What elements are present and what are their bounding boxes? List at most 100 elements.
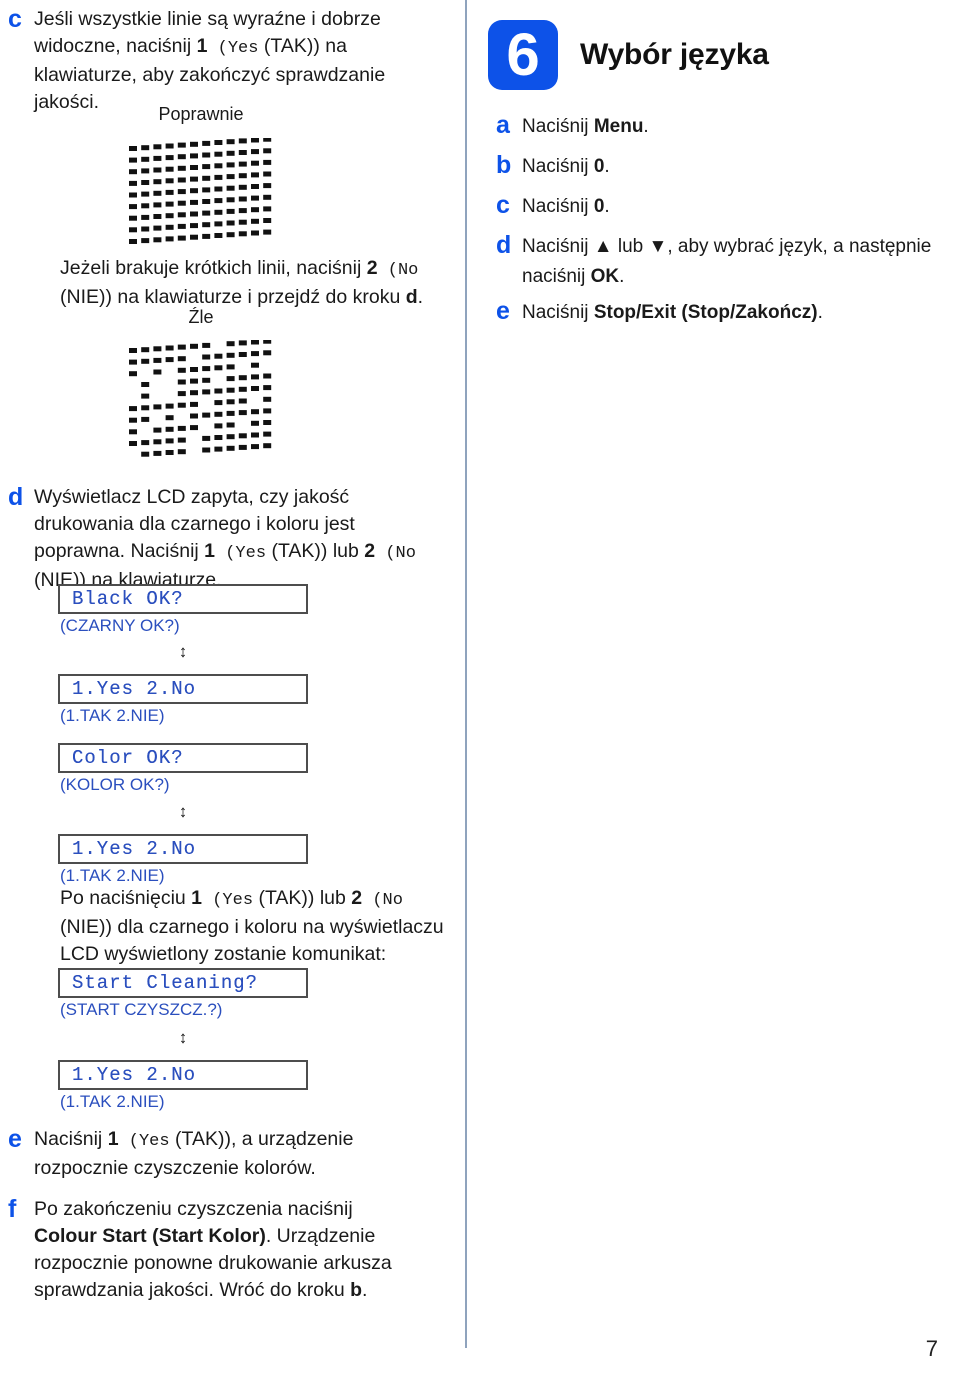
document-page: c Jeśli wszystkie linie są wyraźne i dob…: [0, 0, 960, 1380]
step-letter-d: d: [8, 483, 24, 511]
step-e-text: Naciśnij 1 (Yes (TAK)), a urządzenie roz…: [34, 1126, 420, 1182]
lcd-translation-color-ok: (KOLOR OK?): [60, 775, 170, 794]
step-d-para-2: (TAK)) lub: [253, 887, 352, 909]
right-step-d-block: d Naciśnij ▲ lub ▼, aby wybrać język, a …: [488, 232, 940, 292]
step-d-para-bold-2: 2: [351, 887, 363, 909]
lcd-translation-start-cleaning: (START CZYSZCZ.?): [60, 1000, 223, 1019]
right-step-c-bold-1: 0: [593, 196, 605, 217]
lcd-translation-yesno-1: (1.TAK 2.NIE): [60, 706, 165, 725]
right-step-letter-b: b: [496, 151, 512, 179]
bad-sample-caption: Źle: [188, 307, 214, 327]
lcd-panel-start-cleaning: Start Cleaning?: [58, 968, 308, 998]
step-f-text-1: Po zakończeniu czyszczenia naciśnij: [34, 1198, 353, 1220]
column-divider: [465, 0, 467, 1348]
good-print-pattern: [129, 138, 272, 244]
lcd-panel-yesno-1: 1.Yes 2.No: [58, 674, 308, 704]
lcd-panel-color-ok: Color OK?: [58, 743, 308, 773]
right-step-c-text-1: Naciśnij: [522, 196, 594, 217]
step-c-block: c Jeśli wszystkie linie są wyraźne i dob…: [0, 6, 440, 116]
right-step-c-text: Naciśnij 0.: [522, 192, 938, 222]
right-step-a-bold-1: Menu: [593, 116, 644, 137]
right-step-a-block: a Naciśnij Menu.: [488, 112, 938, 142]
right-step-b-text-1: Naciśnij: [522, 156, 594, 177]
right-step-e-text-2: .: [817, 302, 823, 323]
step-c-bold-3: d: [405, 286, 418, 308]
step-e-block: e Naciśnij 1 (Yes (TAK)), a urządzenie r…: [0, 1126, 420, 1182]
step-d-bold-2: 2: [364, 540, 376, 562]
step-c-mono-1: (Yes: [207, 39, 259, 58]
good-print-pattern-wrap: [36, 138, 366, 248]
step-c-text: Jeśli wszystkie linie są wyraźne i dobrz…: [34, 6, 440, 116]
right-step-letter-a: a: [496, 111, 510, 139]
updown-arrow-icon-3: ↕: [178, 1028, 188, 1047]
step-letter-e: e: [8, 1125, 22, 1153]
right-step-c-block: c Naciśnij 0.: [488, 192, 938, 222]
right-step-a-text: Naciśnij Menu.: [522, 112, 938, 142]
step-d-mono-1: (Yes: [215, 544, 267, 563]
right-step-e-block: e Naciśnij Stop/Exit (Stop/Zakończ).: [488, 298, 940, 328]
step-e-mono-1: (Yes: [118, 1132, 170, 1151]
step-d-para-1: Po naciśnięciu: [60, 887, 192, 909]
page-number: 7: [925, 1336, 938, 1361]
lcd-panel-yesno-2-wrap: 1.Yes 2.No (1.TAK 2.NIE): [0, 834, 308, 888]
step-f-bold-1: Colour Start (Start Kolor): [34, 1225, 266, 1247]
right-step-a-text-2: .: [643, 116, 649, 137]
right-step-b-text: Naciśnij 0.: [522, 152, 938, 182]
left-column: c Jeśli wszystkie linie są wyraźne i dob…: [0, 0, 462, 1380]
right-step-d-bold-1: OK: [590, 266, 620, 287]
lcd-panel-yesno-3-wrap: 1.Yes 2.No (1.TAK 2.NIE): [0, 1060, 308, 1114]
step-6-header: 6 Wybór języka: [488, 8, 769, 90]
step-d-para-mono-2: (No: [362, 891, 403, 910]
right-step-b-bold-1: 0: [593, 156, 605, 177]
step-c-text-5: .: [417, 286, 424, 308]
lcd-text-yesno-2: 1.Yes 2.No: [72, 838, 197, 860]
right-step-d-text: Naciśnij ▲ lub ▼, aby wybrać język, a na…: [522, 232, 940, 292]
lcd-panel-color-ok-wrap: Color OK? (KOLOR OK?): [0, 743, 308, 797]
step-c-bold-1: 1: [196, 35, 208, 57]
step-f-text: Po zakończeniu czyszczenia naciśnij Colo…: [34, 1196, 420, 1304]
step-letter-c: c: [8, 5, 22, 33]
step-e-bold-1: 1: [107, 1128, 119, 1150]
page-title: Wybór języka: [580, 38, 769, 71]
step-d-paragraph: Po naciśnięciu 1 (Yes (TAK)) lub 2 (No (…: [60, 885, 460, 968]
step-e-text-1: Naciśnij: [34, 1128, 108, 1150]
lcd-panel-yesno-2: 1.Yes 2.No: [58, 834, 308, 864]
good-sample-caption-wrap: Poprawnie: [36, 102, 366, 126]
good-sample-caption: Poprawnie: [158, 104, 244, 124]
right-step-b-block: b Naciśnij 0.: [488, 152, 938, 182]
step-d-para-3: (NIE)) dla czarnego i koloru na wyświetl…: [60, 916, 444, 965]
lcd-text-start-cleaning: Start Cleaning?: [72, 972, 259, 994]
step-d-mono-2: (No: [375, 544, 416, 563]
lcd-text-yesno-3: 1.Yes 2.No: [72, 1064, 197, 1086]
right-step-letter-d: d: [496, 231, 512, 259]
right-step-b-text-2: .: [604, 156, 610, 177]
right-step-e-text: Naciśnij Stop/Exit (Stop/Zakończ).: [522, 298, 940, 328]
lcd-text-black-ok: Black OK?: [72, 588, 184, 610]
right-step-letter-c: c: [496, 191, 510, 219]
step-f-text-3: .: [362, 1279, 368, 1301]
lcd-panel-black-ok: Black OK?: [58, 584, 308, 614]
step-d-bold-1: 1: [204, 540, 216, 562]
step-c-continuation: Jeżeli brakuje krótkich linii, naciśnij …: [34, 255, 444, 311]
step-c-mono-2: (No: [377, 261, 419, 280]
step-d-text-2: (TAK)) lub: [266, 540, 365, 562]
updown-arrow-icon-2: ↕: [178, 802, 188, 821]
lcd-panel-yesno-3: 1.Yes 2.No: [58, 1060, 308, 1090]
updown-arrow-icon-1: ↕: [178, 642, 188, 661]
bad-print-pattern-wrap: [36, 340, 366, 462]
right-step-e-text-1: Naciśnij: [522, 302, 594, 323]
step-c-text-3: Jeżeli brakuje krótkich linii, naciśnij: [60, 257, 367, 279]
right-step-letter-e: e: [496, 297, 510, 325]
lcd-translation-black-ok: (CZARNY OK?): [60, 616, 180, 635]
lcd-panel-start-cleaning-wrap: Start Cleaning? (START CZYSZCZ.?): [0, 968, 308, 1022]
step-d-block: d Wyświetlacz LCD zapyta, czy jakość dru…: [0, 484, 440, 594]
step-d-text: Wyświetlacz LCD zapyta, czy jakość druko…: [34, 484, 440, 594]
step-number-badge: 6: [488, 20, 558, 90]
right-step-d-text-1: Naciśnij ▲ lub ▼, aby wybrać język, a na…: [522, 236, 932, 287]
step-d-para-bold-1: 1: [191, 887, 203, 909]
lcd-text-color-ok: Color OK?: [72, 747, 184, 769]
step-f-block: f Po zakończeniu czyszczenia naciśnij Co…: [0, 1196, 420, 1304]
lcd-text-yesno-1: 1.Yes 2.No: [72, 678, 197, 700]
lcd-panel-yesno-1-wrap: 1.Yes 2.No (1.TAK 2.NIE): [0, 674, 308, 728]
right-step-a-text-1: Naciśnij: [522, 116, 594, 137]
